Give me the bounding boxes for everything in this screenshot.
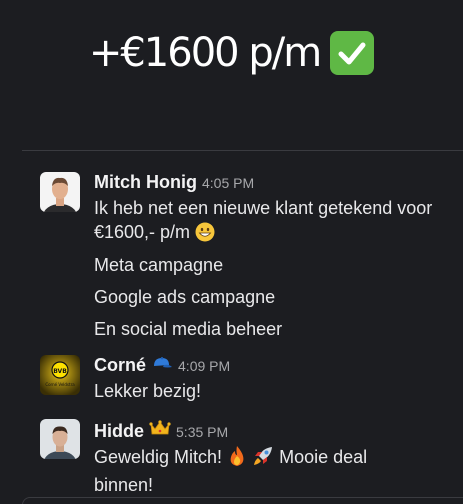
chat-screenshot: +€1600 p/m Mitch Honig 4:05 PM Ik heb ne…	[0, 0, 463, 504]
grinning-face-icon	[195, 222, 215, 248]
svg-text:Corné Veldstra: Corné Veldstra	[45, 382, 75, 387]
rocket-icon	[252, 445, 274, 473]
message-text-body: Ik heb net een nieuwe klant getekend voo…	[94, 198, 433, 242]
message-text-end: Mooie deal	[279, 447, 368, 467]
timestamp[interactable]: 5:35 PM	[176, 424, 228, 440]
headline-text: +€1600 p/m	[88, 30, 322, 76]
avatar[interactable]	[40, 172, 80, 212]
message-text-wrap: binnen!	[94, 475, 154, 495]
timestamp[interactable]: 4:09 PM	[178, 358, 230, 374]
message-text-start: Geweldig Mitch!	[94, 447, 223, 467]
author-name[interactable]: Mitch Honig	[94, 172, 197, 193]
timestamp[interactable]: 4:05 PM	[202, 175, 254, 191]
check-mark-button-icon	[330, 31, 375, 75]
blue-cap-icon	[151, 355, 173, 376]
message-line: En social media beheer	[94, 319, 283, 339]
message-line: Meta campagne	[94, 255, 224, 275]
avatar[interactable]: BVB Corné Veldstra	[40, 355, 80, 395]
message-text: Lekker bezig!	[94, 381, 202, 401]
message-line: Google ads campagne	[94, 287, 276, 307]
divider	[22, 150, 463, 151]
svg-text:BVB: BVB	[53, 368, 67, 375]
headline: +€1600 p/m	[0, 30, 463, 76]
crown-icon	[149, 419, 171, 442]
fire-icon	[227, 445, 247, 473]
message-text: Geweldig Mitch! Mooie deal binnen!	[94, 445, 453, 497]
message-text: Ik heb net een nieuwe klant getekend voo…	[94, 196, 453, 248]
author-name[interactable]: Hidde	[94, 421, 144, 442]
message-input-edge[interactable]	[22, 497, 463, 504]
author-name[interactable]: Corné	[94, 355, 146, 376]
avatar[interactable]	[40, 419, 80, 459]
